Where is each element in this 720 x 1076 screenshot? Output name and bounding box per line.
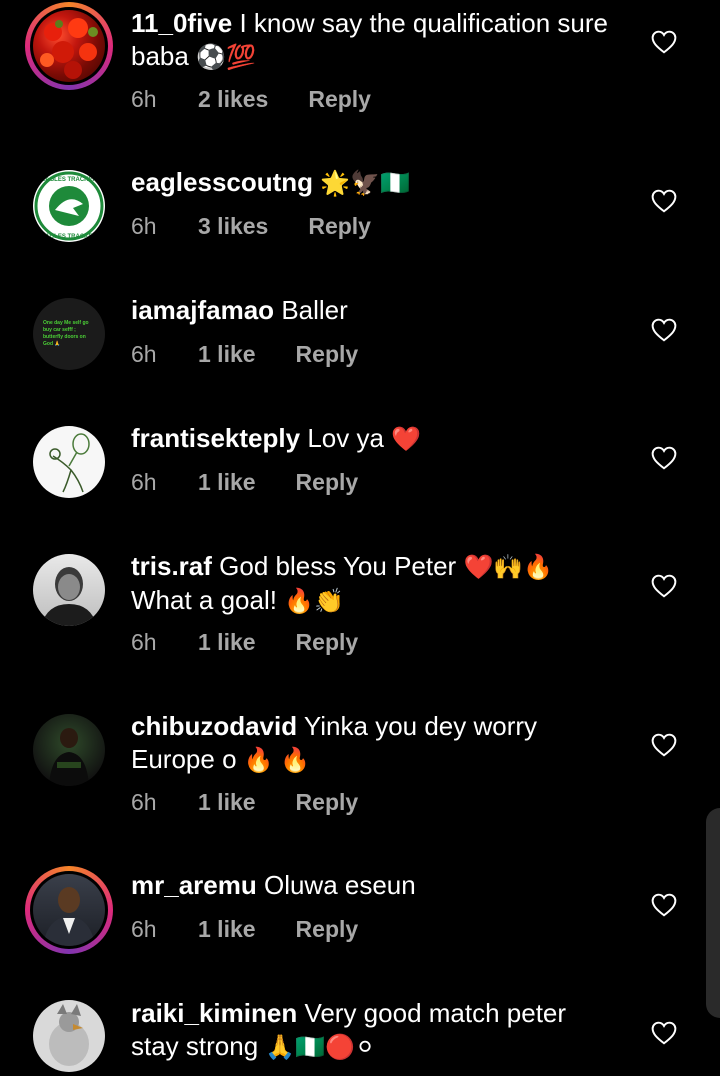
comment-username[interactable]: mr_aremu xyxy=(131,870,257,900)
comment-meta: 6h 3 likes Reply xyxy=(131,213,371,240)
comment-username[interactable]: raiki_kiminen xyxy=(131,998,297,1028)
comment-text: tris.raf God bless You Peter ❤️🙌🔥 What a… xyxy=(131,550,611,618)
heart-icon[interactable] xyxy=(651,446,677,470)
reply-button[interactable]: Reply xyxy=(296,916,359,943)
heart-icon[interactable] xyxy=(651,574,677,598)
comment-username[interactable]: tris.raf xyxy=(131,551,212,581)
reply-button[interactable]: Reply xyxy=(296,789,359,816)
avatar xyxy=(33,874,105,946)
heart-icon[interactable] xyxy=(651,189,677,213)
reply-button[interactable]: Reply xyxy=(308,213,371,240)
avatar-quote-text: One day Me self go buy car sefff ; butte… xyxy=(43,320,89,347)
comment-emoji: ⚽💯 xyxy=(196,44,256,71)
avatar[interactable] xyxy=(33,1000,105,1072)
comment-meta: 6h 2 likes Reply xyxy=(131,86,371,113)
avatar[interactable] xyxy=(33,426,105,498)
comment-body: God bless You Peter xyxy=(219,551,457,581)
comment-text: raiki_kiminen Very good match peter stay… xyxy=(131,997,611,1064)
comment-likes[interactable]: 1 like xyxy=(198,341,256,368)
comment-emoji-line2: 🔥👏 xyxy=(284,588,344,615)
comment-username[interactable]: 11_0five xyxy=(131,8,232,38)
reply-button[interactable]: Reply xyxy=(296,629,359,656)
heart-icon[interactable] xyxy=(651,733,677,757)
avatar[interactable] xyxy=(33,714,105,786)
heart-icon[interactable] xyxy=(651,893,677,917)
comment-likes[interactable]: 1 like xyxy=(198,789,256,816)
comment-time: 6h xyxy=(131,916,157,942)
eagles-tracker-logo: EAGLES TRACKER EAGLES TRACKER xyxy=(34,171,104,241)
scroll-handle[interactable] xyxy=(706,808,720,1018)
comment-body-line2: What a goal! xyxy=(131,585,277,615)
comment-meta: 6h 1 like Reply xyxy=(131,916,358,943)
comment-time: 6h xyxy=(131,86,157,112)
comment-username[interactable]: eaglesscoutng xyxy=(131,167,313,197)
comment-meta: 6h 1 like Reply xyxy=(131,789,358,816)
comment-emoji: 🙏🇳🇬🔴⚪ xyxy=(265,1034,376,1061)
avatar-story-ring[interactable] xyxy=(25,866,113,954)
comment-username[interactable]: iamajfamao xyxy=(131,295,274,325)
avatar[interactable]: EAGLES TRACKER EAGLES TRACKER xyxy=(33,170,105,242)
comment-text: eaglesscoutng 🌟🦅🇳🇬 xyxy=(131,166,611,200)
bird-image xyxy=(49,1004,89,1066)
comment-text: frantisekteply Lov ya ❤️ xyxy=(131,422,611,456)
photo-image xyxy=(49,728,89,786)
comment-likes[interactable]: 3 likes xyxy=(198,213,268,240)
comment-body: Lov ya xyxy=(307,423,384,453)
comment-likes[interactable]: 2 likes xyxy=(198,86,268,113)
reply-button[interactable]: Reply xyxy=(296,341,359,368)
portrait-image xyxy=(43,887,95,946)
heart-icon[interactable] xyxy=(651,318,677,342)
comment-likes[interactable]: 1 like xyxy=(198,629,256,656)
logo-text-bottom: EAGLES TRACKER xyxy=(41,234,97,240)
heart-icon[interactable] xyxy=(651,1021,677,1045)
comment-emoji: 🔥 🔥 xyxy=(243,747,311,774)
comment-time: 6h xyxy=(131,789,157,815)
comment-text: 11_0five I know say the qualification su… xyxy=(131,7,611,74)
comment-meta: 6h 1 like Reply xyxy=(131,469,358,496)
comment-username[interactable]: chibuzodavid xyxy=(131,711,297,741)
comment-username[interactable]: frantisekteply xyxy=(131,423,300,453)
comment-body: Oluwa eseun xyxy=(263,870,416,900)
comment-emoji: ❤️ xyxy=(391,426,422,453)
portrait-image xyxy=(41,567,97,626)
comment-text: iamajfamao Baller xyxy=(131,294,611,327)
comment-emoji: 🌟🦅🇳🇬 xyxy=(320,170,410,197)
comment-likes[interactable]: 1 like xyxy=(198,916,256,943)
comment-time: 6h xyxy=(131,341,157,367)
comment-likes[interactable]: 1 like xyxy=(198,469,256,496)
avatar xyxy=(33,10,105,82)
tennis-sketch-image xyxy=(49,433,90,493)
logo-text-top: EAGLES TRACKER xyxy=(41,177,97,183)
comment-time: 6h xyxy=(131,629,157,655)
comment-meta: 6h 1 like Reply xyxy=(131,629,358,656)
avatar-story-ring[interactable] xyxy=(25,2,113,90)
reply-button[interactable]: Reply xyxy=(296,469,359,496)
avatar[interactable] xyxy=(33,554,105,626)
avatar[interactable]: One day Me self go buy car sefff ; butte… xyxy=(33,298,105,370)
heart-icon[interactable] xyxy=(651,30,677,54)
comment-time: 6h xyxy=(131,213,157,239)
comment-time: 6h xyxy=(131,469,157,495)
comment-body: Baller xyxy=(281,295,348,325)
reply-button[interactable]: Reply xyxy=(308,86,371,113)
peppers-image xyxy=(40,18,98,79)
comment-meta: 6h 1 like Reply xyxy=(131,341,358,368)
comment-text: chibuzodavid Yinka you dey worry Europe … xyxy=(131,710,611,777)
comment-emoji: ❤️🙌🔥 xyxy=(463,554,554,581)
comment-text: mr_aremu Oluwa eseun xyxy=(131,869,611,902)
